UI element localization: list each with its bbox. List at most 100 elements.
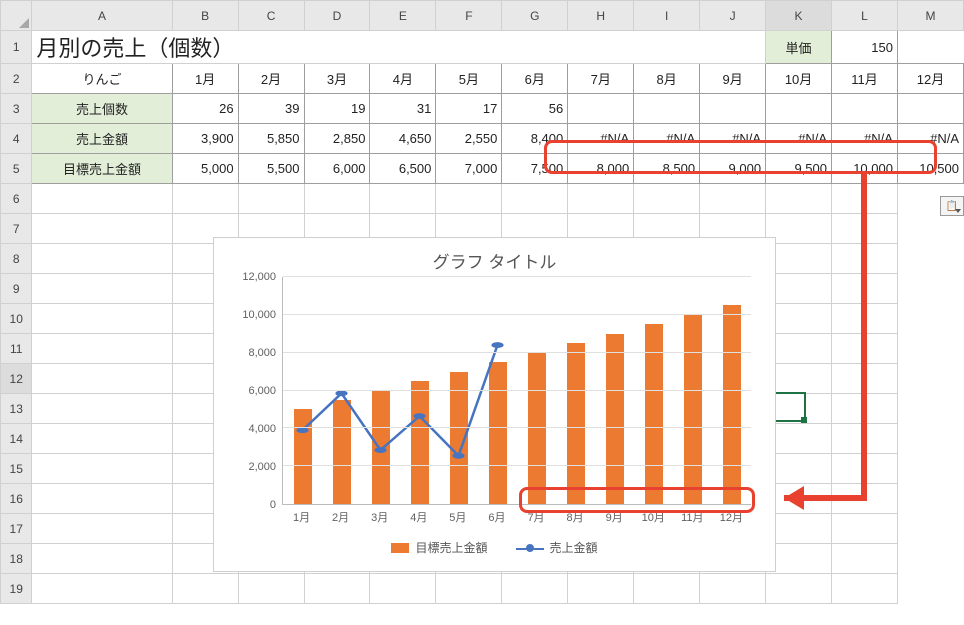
month-7[interactable]: 7月 xyxy=(568,64,634,94)
target-label[interactable]: 目標売上金額 xyxy=(32,154,172,184)
row-head-1[interactable]: 1 xyxy=(1,31,32,64)
row-head-11[interactable]: 11 xyxy=(1,334,32,364)
row-head-8[interactable]: 8 xyxy=(1,244,32,274)
unit-price-label[interactable]: 単価 xyxy=(766,31,832,64)
embedded-chart[interactable]: グラフ タイトル 02,0004,0006,0008,00010,00012,0… xyxy=(213,237,776,572)
target-3[interactable]: 6,000 xyxy=(304,154,370,184)
col-head-B[interactable]: B xyxy=(172,1,238,31)
target-2[interactable]: 5,500 xyxy=(238,154,304,184)
row-4: 4 売上金額 3,900 5,850 2,850 4,650 2,550 8,4… xyxy=(1,124,964,154)
product-label[interactable]: りんご xyxy=(32,64,172,94)
legend-line: 売上金額 xyxy=(516,539,598,556)
sales-5[interactable]: 2,550 xyxy=(436,124,502,154)
qty-10[interactable] xyxy=(766,94,832,124)
qty-5[interactable]: 17 xyxy=(436,94,502,124)
sales-9[interactable]: #N/A xyxy=(700,124,766,154)
row-2: 2 りんご 1月 2月 3月 4月 5月 6月 7月 8月 9月 10月 11月… xyxy=(1,64,964,94)
sales-10[interactable]: #N/A xyxy=(766,124,832,154)
row-head-13[interactable]: 13 xyxy=(1,394,32,424)
row-head-19[interactable]: 19 xyxy=(1,574,32,604)
row-head-3[interactable]: 3 xyxy=(1,94,32,124)
row-head-4[interactable]: 4 xyxy=(1,124,32,154)
qty-3[interactable]: 19 xyxy=(304,94,370,124)
month-6[interactable]: 6月 xyxy=(502,64,568,94)
col-head-A[interactable]: A xyxy=(32,1,172,31)
target-10[interactable]: 9,500 xyxy=(766,154,832,184)
month-8[interactable]: 8月 xyxy=(634,64,700,94)
row-head-2[interactable]: 2 xyxy=(1,64,32,94)
select-all-corner[interactable] xyxy=(1,1,32,31)
chart-y-axis: 02,0004,0006,0008,00010,00012,000 xyxy=(234,277,282,505)
row-head-16[interactable]: 16 xyxy=(1,484,32,514)
col-head-G[interactable]: G xyxy=(502,1,568,31)
target-8[interactable]: 8,500 xyxy=(634,154,700,184)
row-head-5[interactable]: 5 xyxy=(1,154,32,184)
bar-swatch-icon xyxy=(391,543,409,553)
row-3: 3 売上個数 26 39 19 31 17 56 xyxy=(1,94,964,124)
row-head-7[interactable]: 7 xyxy=(1,214,32,244)
row-head-10[interactable]: 10 xyxy=(1,304,32,334)
sales-label[interactable]: 売上金額 xyxy=(32,124,172,154)
month-4[interactable]: 4月 xyxy=(370,64,436,94)
unit-price-value[interactable]: 150 xyxy=(832,31,898,64)
sales-1[interactable]: 3,900 xyxy=(172,124,238,154)
sales-7[interactable]: #N/A xyxy=(568,124,634,154)
sales-8[interactable]: #N/A xyxy=(634,124,700,154)
row-5: 5 目標売上金額 5,000 5,500 6,000 6,500 7,000 7… xyxy=(1,154,964,184)
target-9[interactable]: 9,000 xyxy=(700,154,766,184)
col-head-M[interactable]: M xyxy=(897,1,963,31)
chart-legend: 目標売上金額 売上金額 xyxy=(214,525,775,556)
legend-line-label: 売上金額 xyxy=(550,539,598,556)
month-11[interactable]: 11月 xyxy=(832,64,898,94)
target-4[interactable]: 6,500 xyxy=(370,154,436,184)
qty-12[interactable] xyxy=(897,94,963,124)
row-head-14[interactable]: 14 xyxy=(1,424,32,454)
month-10[interactable]: 10月 xyxy=(766,64,832,94)
target-6[interactable]: 7,500 xyxy=(502,154,568,184)
sales-12[interactable]: #N/A xyxy=(897,124,963,154)
month-5[interactable]: 5月 xyxy=(436,64,502,94)
target-12[interactable]: 10,500 xyxy=(897,154,963,184)
chart-plot-area xyxy=(282,277,751,505)
sales-11[interactable]: #N/A xyxy=(832,124,898,154)
qty-6[interactable]: 56 xyxy=(502,94,568,124)
qty-2[interactable]: 39 xyxy=(238,94,304,124)
target-11[interactable]: 10,000 xyxy=(832,154,898,184)
col-head-K[interactable]: K xyxy=(766,1,832,31)
col-head-D[interactable]: D xyxy=(304,1,370,31)
row-head-6[interactable]: 6 xyxy=(1,184,32,214)
row-head-17[interactable]: 17 xyxy=(1,514,32,544)
qty-9[interactable] xyxy=(700,94,766,124)
month-3[interactable]: 3月 xyxy=(304,64,370,94)
row-head-12[interactable]: 12 xyxy=(1,364,32,394)
month-2[interactable]: 2月 xyxy=(238,64,304,94)
col-head-H[interactable]: H xyxy=(568,1,634,31)
sales-6[interactable]: 8,400 xyxy=(502,124,568,154)
target-1[interactable]: 5,000 xyxy=(172,154,238,184)
paste-options-button[interactable]: 📋 xyxy=(940,196,964,216)
row-head-18[interactable]: 18 xyxy=(1,544,32,574)
month-9[interactable]: 9月 xyxy=(700,64,766,94)
col-head-E[interactable]: E xyxy=(370,1,436,31)
col-head-I[interactable]: I xyxy=(634,1,700,31)
qty-8[interactable] xyxy=(634,94,700,124)
target-5[interactable]: 7,000 xyxy=(436,154,502,184)
row-head-9[interactable]: 9 xyxy=(1,274,32,304)
col-head-C[interactable]: C xyxy=(238,1,304,31)
sales-3[interactable]: 2,850 xyxy=(304,124,370,154)
qty-11[interactable] xyxy=(832,94,898,124)
sales-2[interactable]: 5,850 xyxy=(238,124,304,154)
row-head-15[interactable]: 15 xyxy=(1,454,32,484)
qty-1[interactable]: 26 xyxy=(172,94,238,124)
col-head-L[interactable]: L xyxy=(832,1,898,31)
month-1[interactable]: 1月 xyxy=(172,64,238,94)
col-head-F[interactable]: F xyxy=(436,1,502,31)
sales-4[interactable]: 4,650 xyxy=(370,124,436,154)
sheet-title[interactable]: 月別の売上（個数） xyxy=(32,31,766,64)
col-head-J[interactable]: J xyxy=(700,1,766,31)
target-7[interactable]: 8,000 xyxy=(568,154,634,184)
qty-4[interactable]: 31 xyxy=(370,94,436,124)
qty-label[interactable]: 売上個数 xyxy=(32,94,172,124)
month-12[interactable]: 12月 xyxy=(897,64,963,94)
qty-7[interactable] xyxy=(568,94,634,124)
